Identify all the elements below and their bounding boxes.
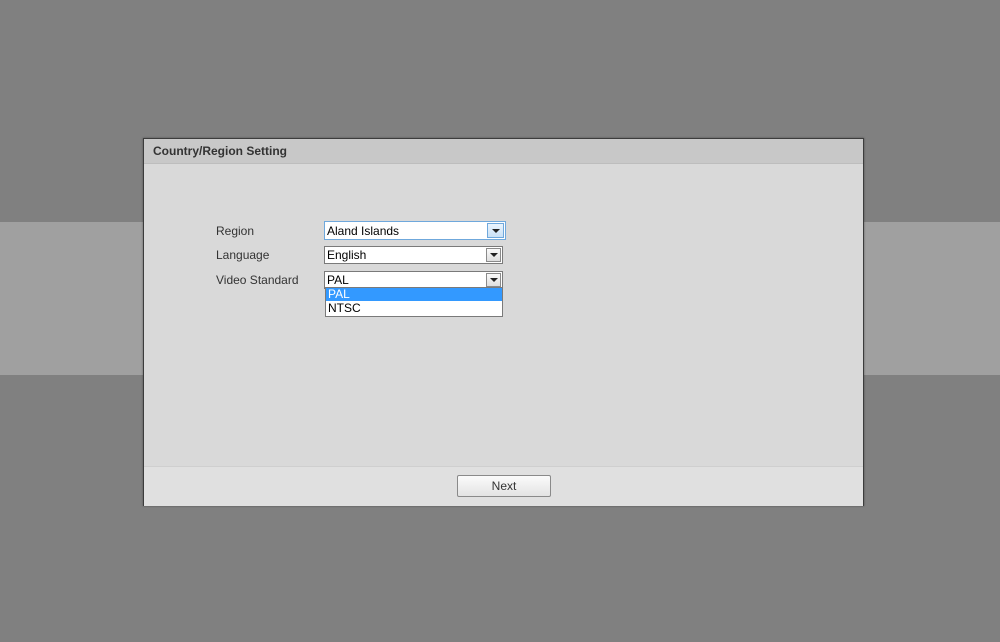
language-select[interactable]: English xyxy=(324,246,503,264)
chevron-down-icon xyxy=(490,253,498,257)
region-select-value: Aland Islands xyxy=(327,224,400,238)
next-button[interactable]: Next xyxy=(457,475,551,497)
video-standard-dropdown-button[interactable] xyxy=(486,273,501,287)
chevron-down-icon xyxy=(492,229,500,233)
video-standard-dropdown-list: PAL NTSC xyxy=(325,287,503,317)
video-standard-select-value: PAL xyxy=(327,273,349,287)
video-standard-label: Video Standard xyxy=(216,273,299,287)
video-standard-option-pal[interactable]: PAL xyxy=(326,288,502,301)
region-dropdown-button[interactable] xyxy=(487,223,504,238)
dialog-body: Region Aland Islands Language English Vi… xyxy=(144,164,863,466)
region-select[interactable]: Aland Islands xyxy=(324,221,506,240)
video-standard-option-ntsc[interactable]: NTSC xyxy=(326,302,502,315)
region-label: Region xyxy=(216,224,255,238)
dialog-title: Country/Region Setting xyxy=(153,144,287,158)
language-select-value: English xyxy=(327,248,367,262)
chevron-down-icon xyxy=(490,278,498,282)
language-label: Language xyxy=(216,248,270,262)
dialog-footer: Next xyxy=(144,466,863,506)
language-dropdown-button[interactable] xyxy=(486,248,501,262)
country-region-dialog: Country/Region Setting Region Aland Isla… xyxy=(143,138,864,506)
dialog-header: Country/Region Setting xyxy=(144,139,863,164)
